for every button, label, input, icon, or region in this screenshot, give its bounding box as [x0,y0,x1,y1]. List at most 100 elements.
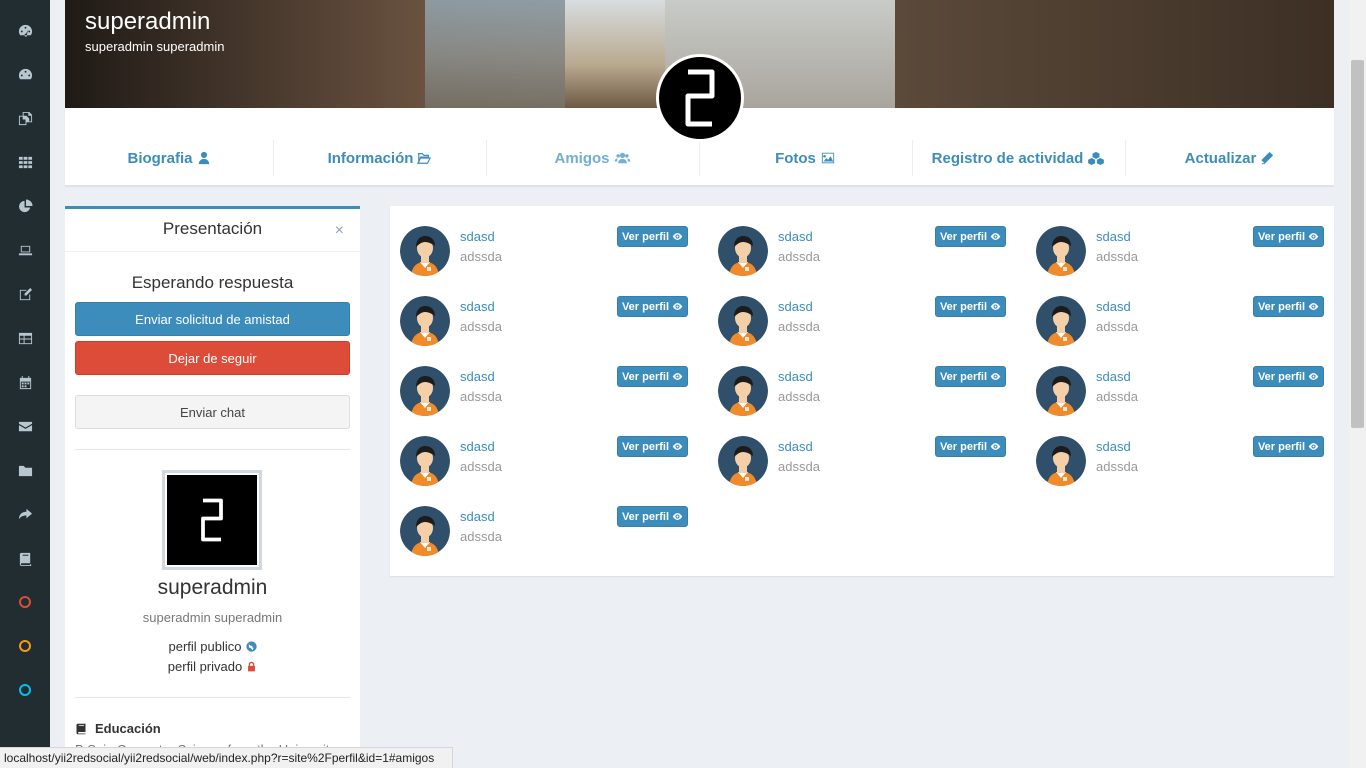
view-profile-button[interactable]: Ver perfil [935,226,1006,247]
eye-icon [1308,373,1319,380]
friend-name[interactable]: sdasd [460,229,495,244]
tab-biografia[interactable]: Biografia [65,140,273,176]
friend-name[interactable]: sdasd [778,369,813,384]
default-avatar-icon [400,436,450,486]
tab-registro-actividad[interactable]: Registro de actividad [912,140,1125,176]
cover-avatar [656,54,744,142]
view-profile-button[interactable]: Ver perfil [935,436,1006,457]
education-heading: Educación [75,721,161,736]
friend-subtitle: adssda [778,389,820,404]
default-avatar-icon [718,366,768,416]
view-profile-button[interactable]: Ver perfil [1253,366,1324,387]
calendar-icon[interactable] [15,372,35,392]
tab-amigos[interactable]: Amigos [486,140,699,176]
cover-username: superadmin [85,8,211,35]
dashboard-icon[interactable] [15,20,35,40]
tab-fotos[interactable]: Fotos [699,140,912,176]
pie-chart-icon[interactable] [15,196,35,216]
edit-icon[interactable] [15,284,35,304]
share-icon[interactable] [15,504,35,524]
image-icon [821,152,835,164]
profile-fullname: superadmin superadmin [142,610,283,625]
th-icon[interactable] [15,152,35,172]
friend-avatar[interactable] [400,296,450,346]
circle-yellow-icon[interactable] [15,636,35,656]
circle-aqua-icon[interactable] [15,680,35,700]
tab-informacion[interactable]: Información [273,140,486,176]
view-profile-button[interactable]: Ver perfil [1253,226,1324,247]
public-profile-line: perfil publico [65,639,360,654]
friend-subtitle: adssda [460,389,502,404]
friend-avatar[interactable] [1036,436,1086,486]
circle-red-icon[interactable] [15,592,35,612]
eye-icon [672,373,683,380]
friend-avatar[interactable] [400,506,450,556]
friend-card: sdasd adssda Ver perfil [718,436,1018,496]
globe-icon [245,641,257,652]
view-profile-button[interactable]: Ver perfil [1253,436,1324,457]
view-profile-label: Ver perfil [939,230,988,243]
default-avatar-icon [718,296,768,346]
friend-subtitle: adssda [460,319,502,334]
friend-avatar[interactable] [718,436,768,486]
friend-subtitle: adssda [778,459,820,474]
folder-icon[interactable] [15,460,35,480]
friend-name[interactable]: sdasd [778,229,813,244]
view-profile-button[interactable]: Ver perfil [617,436,688,457]
friend-avatar[interactable] [400,436,450,486]
friend-avatar[interactable] [1036,226,1086,276]
eye-icon [672,443,683,450]
view-profile-button[interactable]: Ver perfil [617,366,688,387]
cubes-icon [1088,151,1105,165]
view-profile-button[interactable]: Ver perfil [1253,296,1324,317]
friend-avatar[interactable] [718,366,768,416]
scrollbar-thumb[interactable] [1351,60,1364,428]
view-profile-label: Ver perfil [939,300,988,313]
friend-subtitle: adssda [460,249,502,264]
pencil-icon [1262,151,1274,165]
friend-avatar[interactable] [718,296,768,346]
friend-card: sdasd adssda Ver perfil [1036,366,1336,426]
friend-card: sdasd adssda Ver perfil [718,296,1018,356]
laptop-icon[interactable] [15,240,35,260]
view-profile-button[interactable]: Ver perfil [935,366,1006,387]
close-icon[interactable]: × [335,222,344,240]
friend-name[interactable]: sdasd [460,369,495,384]
friend-avatar[interactable] [400,226,450,276]
view-profile-button[interactable]: Ver perfil [617,296,688,317]
users-icon [614,152,630,164]
view-profile-button[interactable]: Ver perfil [935,296,1006,317]
friend-name[interactable]: sdasd [1096,369,1131,384]
friend-subtitle: adssda [1096,459,1138,474]
friend-name[interactable]: sdasd [460,439,495,454]
friend-avatar[interactable] [400,366,450,416]
tab-actualizar[interactable]: Actualizar [1125,140,1334,176]
friend-name[interactable]: sdasd [460,509,495,524]
friend-avatar[interactable] [1036,366,1086,416]
friend-subtitle: adssda [1096,319,1138,334]
friend-name[interactable]: sdasd [1096,229,1131,244]
send-friend-request-button[interactable]: Enviar solicitud de amistad [75,302,350,336]
friend-name[interactable]: sdasd [1096,299,1131,314]
view-profile-button[interactable]: Ver perfil [617,226,688,247]
table-icon[interactable] [15,328,35,348]
unfollow-button[interactable]: Dejar de seguir [75,341,350,375]
view-profile-label: Ver perfil [1257,440,1306,453]
send-chat-button[interactable]: Enviar chat [75,395,350,429]
friend-card: sdasd adssda Ver perfil [400,506,700,566]
book-icon[interactable] [15,548,35,568]
dashboard-icon[interactable] [15,64,35,84]
friend-name[interactable]: sdasd [778,299,813,314]
presentation-box: Presentación × Esperando respuesta Envia… [65,206,360,768]
friend-card: sdasd adssda Ver perfil [400,436,700,496]
friend-name[interactable]: sdasd [778,439,813,454]
friend-name[interactable]: sdasd [460,299,495,314]
default-avatar-icon [400,226,450,276]
view-profile-button[interactable]: Ver perfil [617,506,688,527]
copy-icon[interactable] [15,108,35,128]
default-avatar-icon [1036,296,1086,346]
envelope-icon[interactable] [15,416,35,436]
friend-avatar[interactable] [1036,296,1086,346]
friend-avatar[interactable] [718,226,768,276]
friend-name[interactable]: sdasd [1096,439,1131,454]
